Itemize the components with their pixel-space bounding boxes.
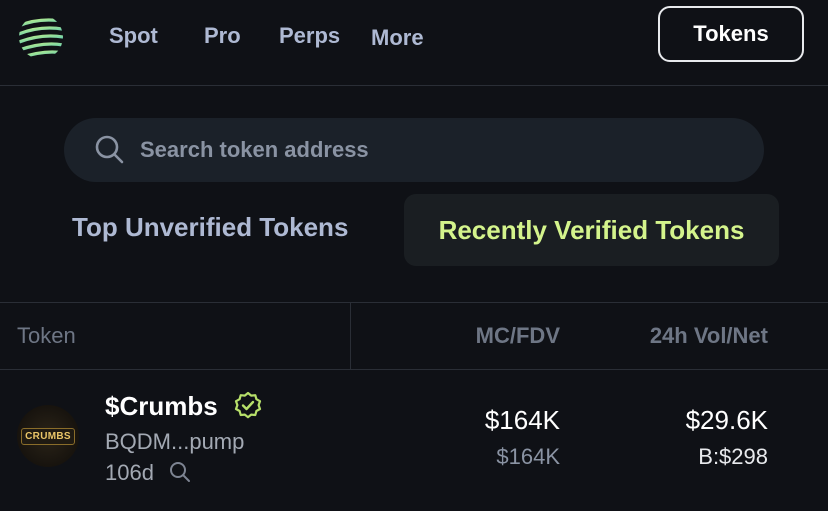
search-icon[interactable] bbox=[168, 460, 192, 484]
top-nav-bar: Spot Pro Perps More Tokens bbox=[0, 0, 828, 86]
column-header-24h-vol-net[interactable]: 24h Vol/Net bbox=[650, 323, 768, 349]
token-avatar: CRUMBS bbox=[17, 405, 79, 467]
tab-recently-verified-tokens[interactable]: Recently Verified Tokens bbox=[404, 194, 779, 266]
search-input[interactable] bbox=[138, 136, 764, 164]
volume-24h-value: $29.6K bbox=[685, 405, 768, 435]
market-cap-value: $164K bbox=[484, 405, 560, 435]
column-divider bbox=[350, 303, 351, 369]
token-logo-text: CRUMBS bbox=[21, 427, 75, 445]
token-name: $Crumbs bbox=[105, 391, 218, 421]
column-header-mc-fdv[interactable]: MC/FDV bbox=[476, 323, 560, 349]
verified-badge-icon bbox=[234, 391, 262, 419]
nav-perps[interactable]: Perps bbox=[279, 23, 340, 49]
app-logo-icon[interactable] bbox=[18, 14, 64, 60]
net-value: B:$298 bbox=[698, 444, 768, 469]
nav-more[interactable]: More bbox=[371, 25, 424, 51]
table-header: Token MC/FDV 24h Vol/Net bbox=[0, 302, 828, 370]
search-bar[interactable] bbox=[64, 118, 764, 182]
token-address[interactable]: BQDM...pump bbox=[105, 429, 244, 455]
nav-spot[interactable]: Spot bbox=[109, 23, 158, 49]
nav-pro[interactable]: Pro bbox=[204, 23, 241, 49]
table-row[interactable]: CRUMBS $Crumbs BQDM...pump 106d $164K $1… bbox=[0, 369, 828, 511]
column-header-token[interactable]: Token bbox=[17, 323, 76, 349]
token-age: 106d bbox=[105, 460, 154, 485]
tokens-button[interactable]: Tokens bbox=[658, 6, 804, 62]
fdv-value: $164K bbox=[496, 444, 560, 469]
tab-top-unverified-tokens[interactable]: Top Unverified Tokens bbox=[72, 212, 348, 243]
search-icon bbox=[95, 135, 124, 164]
